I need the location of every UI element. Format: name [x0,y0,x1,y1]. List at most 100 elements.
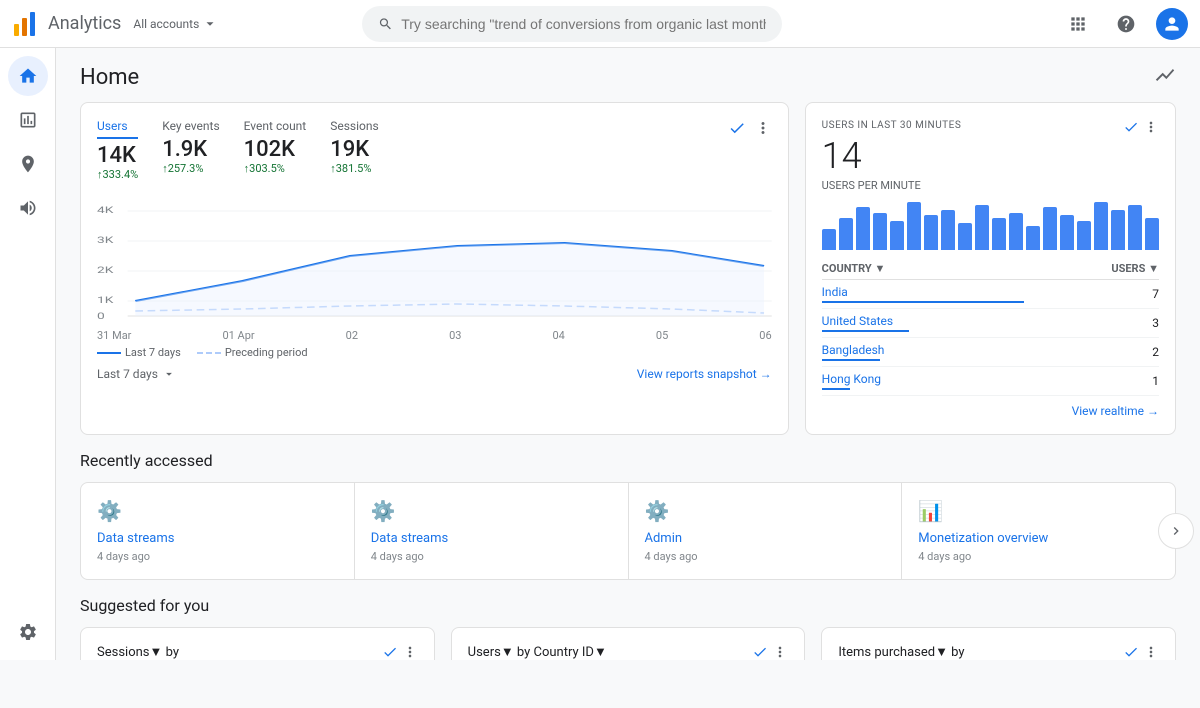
suggested-section: Suggested for you Sessions▼ by Session p… [80,596,1176,660]
bar [1060,215,1074,250]
main-content: Home Users 14K ↑333.4% Key events 1.9K ↑… [56,48,1200,660]
date-filter[interactable]: Last 7 days [97,367,176,381]
users-col-header[interactable]: USERS ▼ [1024,258,1159,280]
metric-key-events-value: 1.9K [162,137,219,162]
bar [1043,207,1057,250]
avatar-icon [1162,14,1182,34]
realtime-count: 14 [822,135,1159,177]
bar [958,223,972,250]
suggested-actions-2 [1123,644,1159,660]
reports-icon [18,110,38,130]
bar [1009,213,1023,250]
view-reports-label: View reports snapshot → [637,367,772,381]
bar [1026,226,1040,250]
recent-icon-2: ⚙️ [645,499,886,523]
suggested-more-1[interactable] [772,644,788,660]
user-avatar[interactable] [1156,8,1188,40]
suggested-more-2[interactable] [1143,644,1159,660]
sidebar-item-reports[interactable] [8,100,48,140]
view-realtime-link[interactable]: View realtime → [1072,404,1159,418]
view-reports-link[interactable]: View reports snapshot → [637,367,772,381]
country-table-body: India 7 United States 3 Bangladesh 2 Hon… [822,280,1159,396]
bar [839,218,853,250]
metric-key-events[interactable]: Key events 1.9K ↑257.3% [162,119,219,181]
chart-svg: 4K 3K 2K 1K 0 [97,201,772,321]
home-icon [18,66,38,86]
search-icon [378,16,393,32]
svg-text:3K: 3K [97,235,114,246]
realtime-sublabel: USERS PER MINUTE [822,179,1159,192]
realtime-bar-chart [822,200,1159,250]
account-name: All accounts [133,17,199,31]
sidebar-item-advertising[interactable] [8,188,48,228]
bar [907,202,921,250]
recent-item-2[interactable]: ⚙️ Admin 4 days ago [629,483,903,579]
bar [822,229,836,250]
suggested-card-0: Sessions▼ by Session primary ch... ▼ [80,627,435,660]
compare-icon[interactable] [728,119,746,137]
recent-time-1: 4 days ago [371,550,612,563]
realtime-more-icon[interactable] [1143,119,1159,135]
metric-sessions[interactable]: Sessions 19K ↑381.5% [330,119,378,181]
help-icon-btn[interactable] [1108,6,1144,42]
line-chart: 4K 3K 2K 1K 0 [97,201,772,321]
legend-current: Last 7 days [97,346,181,359]
metric-users[interactable]: Users 14K ↑333.4% [97,119,138,181]
recently-accessed-title: Recently accessed [80,451,1176,470]
recent-item-1[interactable]: ⚙️ Data streams 4 days ago [355,483,629,579]
sidebar-item-home[interactable] [8,56,48,96]
bar [1094,202,1108,250]
metric-event-count[interactable]: Event count 102K ↑303.5% [244,119,307,181]
search-input[interactable] [401,16,766,32]
bar [1145,218,1159,250]
bar [1077,221,1091,250]
table-row: India 7 [822,280,1159,309]
suggested-title-1: Users▼ by Country ID▼ [468,644,607,660]
explore-icon [18,154,38,174]
settings-icon [18,622,38,642]
recent-next-button[interactable] [1158,513,1194,549]
view-realtime-label: View realtime → [1072,404,1159,418]
account-selector[interactable]: All accounts [133,17,217,31]
more-icon[interactable] [754,119,772,137]
recent-icon-0: ⚙️ [97,499,338,523]
suggested-check-0 [382,644,398,660]
realtime-card: USERS IN LAST 30 MINUTES 14 USERS PER MI… [805,102,1176,435]
nav-right [1060,6,1188,42]
recently-accessed-grid: ⚙️ Data streams 4 days ago ⚙️ Data strea… [80,482,1176,580]
svg-text:4K: 4K [97,205,114,216]
legend-compare-line [197,352,221,354]
suggested-more-0[interactable] [402,644,418,660]
svg-text:2K: 2K [97,265,114,276]
country-col-header[interactable]: COUNTRY ▼ [822,258,1024,280]
apps-icon-btn[interactable] [1060,6,1096,42]
realtime-check-icon [1123,119,1139,135]
suggested-title-label-0[interactable]: Sessions▼ by [97,644,213,660]
bar [890,221,904,250]
metric-key-events-label: Key events [162,119,219,133]
customize-icon[interactable] [1154,64,1176,90]
top-nav: Analytics All accounts [0,0,1200,48]
suggested-title: Suggested for you [80,596,1176,615]
sidebar-item-settings[interactable] [8,612,48,652]
realtime-actions [1123,119,1159,135]
app-logo[interactable]: Analytics [12,10,121,38]
table-row: Hong Kong 1 [822,367,1159,396]
stats-card-footer: Last 7 days View reports snapshot → [97,367,772,381]
search-bar[interactable] [362,6,782,42]
recent-item-3[interactable]: 📊 Monetization overview 4 days ago [902,483,1175,579]
date-filter-label: Last 7 days [97,367,158,381]
stats-card: Users 14K ↑333.4% Key events 1.9K ↑257.3… [80,102,789,435]
legend-compare: Preceding period [197,346,308,359]
suggested-title-label-2[interactable]: Items purchased▼ by [838,644,964,660]
realtime-footer: View realtime → [822,404,1159,418]
recent-item-0[interactable]: ⚙️ Data streams 4 days ago [81,483,355,579]
chart-x-labels: 31 Mar 01 Apr 02 03 04 05 06 [97,329,772,342]
metric-users-change: ↑333.4% [97,168,138,181]
bar [975,205,989,250]
sidebar-item-explore[interactable] [8,144,48,184]
metric-event-count-value: 102K [244,137,307,162]
recent-time-3: 4 days ago [918,550,1159,563]
suggested-title-label-1[interactable]: Users▼ by Country ID▼ [468,644,607,660]
suggested-header-0: Sessions▼ by Session primary ch... ▼ [97,644,418,660]
